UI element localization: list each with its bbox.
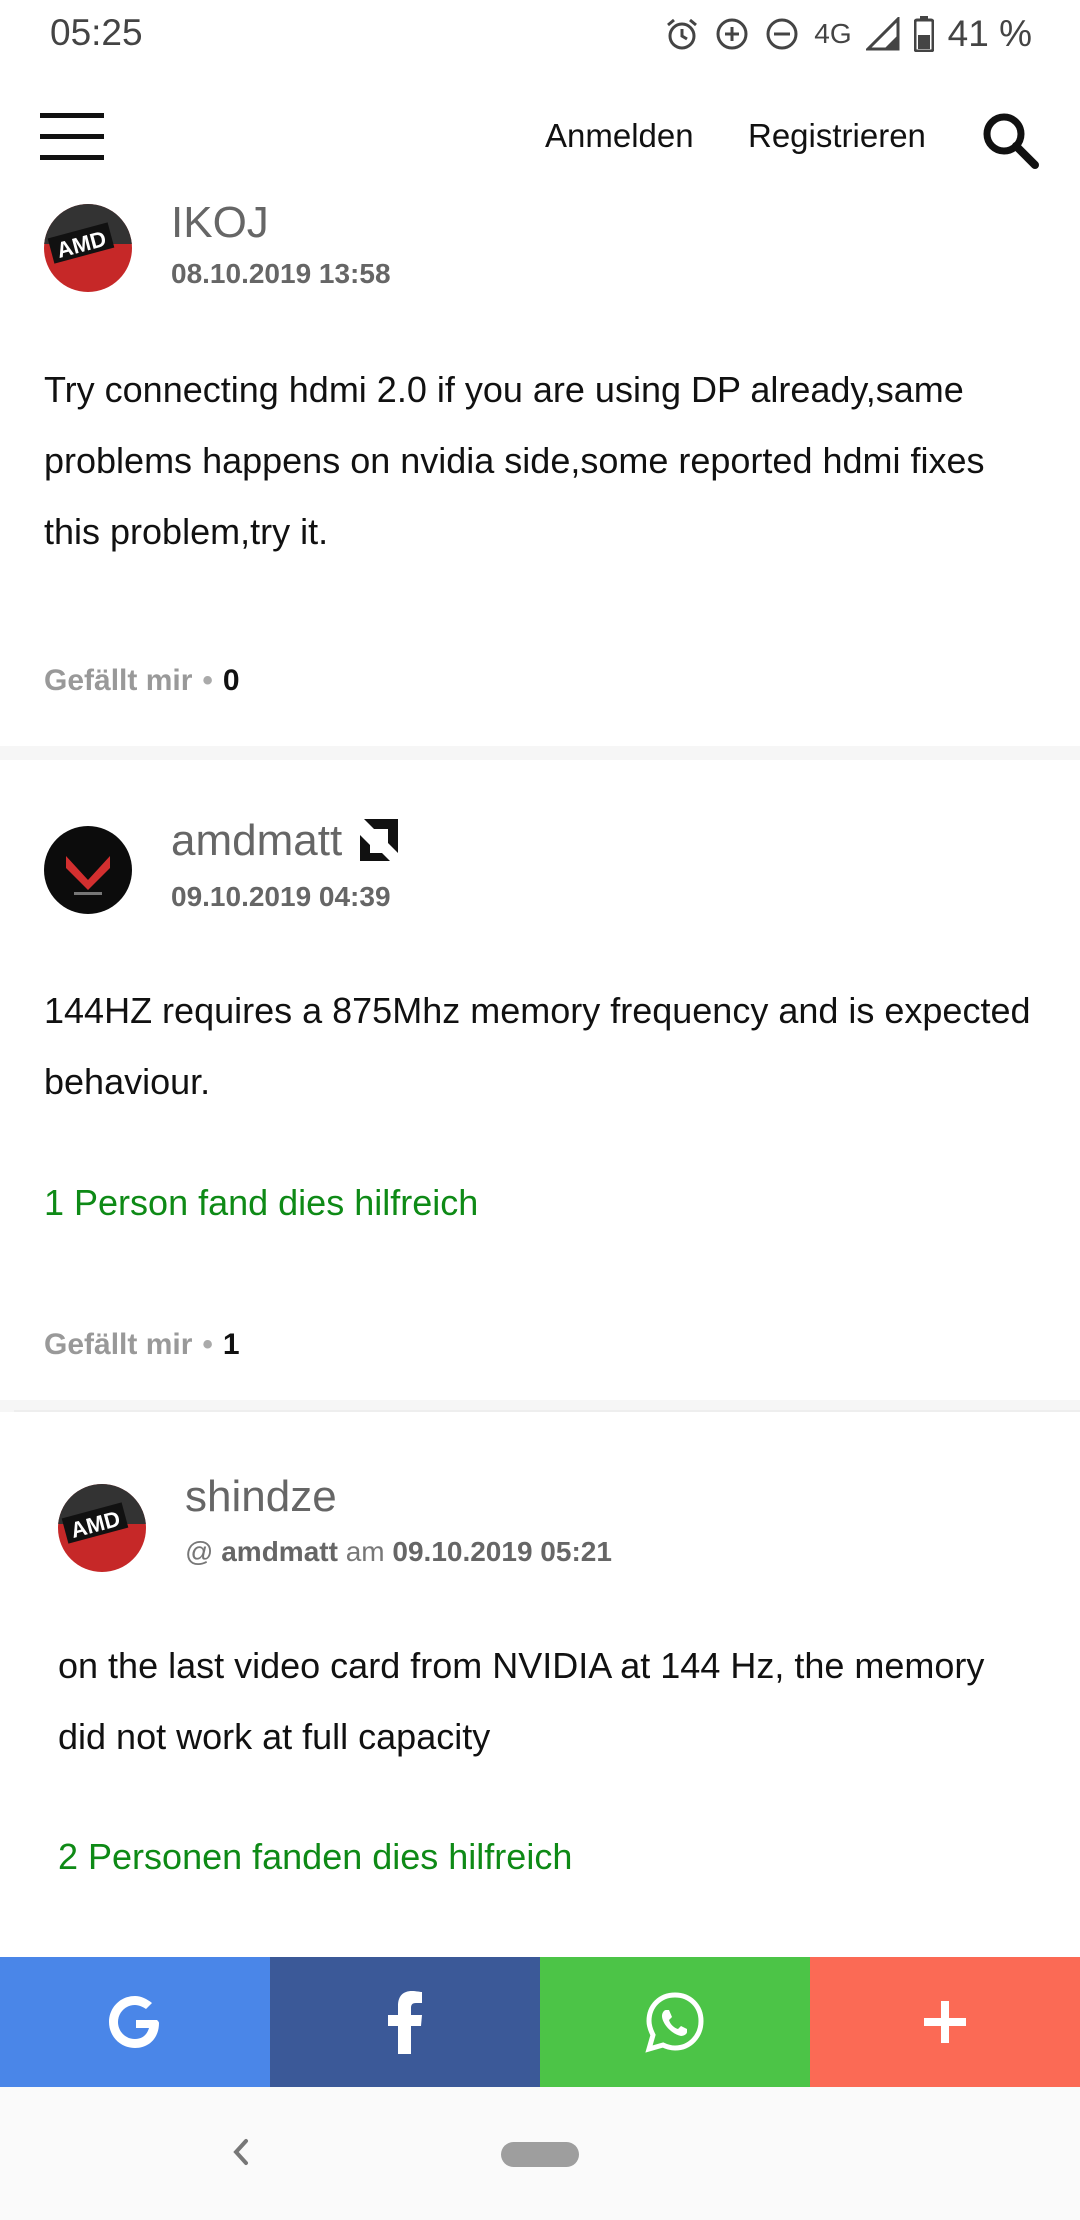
- post-divider: [0, 746, 1080, 760]
- login-link[interactable]: Anmelden: [545, 117, 694, 155]
- post-body: 144HZ requires a 875Mhz memory frequency…: [44, 990, 1031, 1102]
- post-date: 09.10.2019 04:39: [171, 881, 391, 912]
- like-count: 1: [222, 1328, 240, 1361]
- share-whatsapp-button[interactable]: [540, 1957, 810, 2087]
- whatsapp-icon: [645, 1992, 704, 2053]
- avatar[interactable]: [44, 826, 132, 914]
- share-bar: [0, 1957, 1080, 2087]
- battery-icon: [913, 16, 934, 52]
- reply-to-user[interactable]: amdmatt: [221, 1536, 338, 1567]
- post-date: 08.10.2019 13:58: [171, 258, 391, 289]
- network-label: 4G: [814, 18, 852, 49]
- like-row: Gefällt mir • 0: [44, 664, 240, 697]
- helpful-count: 1 Person fand dies hilfreich: [44, 1182, 479, 1223]
- google-icon: [109, 1996, 159, 2048]
- reply-meta: @ amdmatt am 09.10.2019 05:21: [185, 1536, 612, 1567]
- like-count: 0: [222, 664, 240, 697]
- reply-card: AMD shindze @ amdmatt am 09.10.2019 05:2…: [14, 1410, 1080, 1962]
- alarm-icon: [667, 18, 698, 50]
- status-icons: 4G 41 %: [664, 12, 1032, 56]
- plus-icon: [924, 2001, 966, 2043]
- like-button[interactable]: Gefällt mir: [44, 1328, 192, 1361]
- radeon-logo-icon: [44, 826, 132, 914]
- amd-logo-icon: AMD: [58, 1484, 146, 1572]
- author-name[interactable]: IKOJ: [171, 198, 269, 248]
- avatar[interactable]: AMD: [58, 1484, 146, 1572]
- menu-icon[interactable]: [40, 113, 104, 161]
- register-link[interactable]: Registrieren: [748, 117, 926, 155]
- app-header: Anmelden Registrieren: [0, 70, 1080, 200]
- battery-percent: 41 %: [947, 13, 1032, 54]
- status-time: 05:25: [50, 12, 143, 53]
- status-bar: 05:25 4G 41 %: [0, 0, 1080, 70]
- search-icon[interactable]: [980, 110, 1040, 170]
- share-google-button[interactable]: [0, 1957, 270, 2087]
- post-body: Try connecting hdmi 2.0 if you are using…: [44, 369, 985, 552]
- signal-icon: [865, 17, 900, 51]
- author-name[interactable]: shindze: [185, 1472, 337, 1522]
- amd-logo-icon: AMD: [44, 204, 132, 292]
- like-row: Gefällt mir • 1: [44, 1328, 240, 1361]
- amd-staff-badge-icon: [356, 815, 403, 863]
- helpful-count: 2 Personen fanden dies hilfreich: [58, 1836, 573, 1877]
- facebook-icon: [388, 1991, 422, 2054]
- share-facebook-button[interactable]: [270, 1957, 540, 2087]
- back-icon[interactable]: [220, 2127, 260, 2177]
- post-date: 09.10.2019 05:21: [392, 1536, 612, 1567]
- data-saver-icon: [716, 18, 748, 50]
- author-name[interactable]: amdmatt: [171, 815, 403, 866]
- home-pill[interactable]: [501, 2142, 579, 2167]
- post-body: on the last video card from NVIDIA at 14…: [58, 1645, 985, 1757]
- avatar[interactable]: AMD: [44, 204, 132, 292]
- share-more-button[interactable]: [810, 1957, 1080, 2087]
- like-button[interactable]: Gefällt mir: [44, 664, 192, 697]
- do-not-disturb-icon: [766, 18, 798, 50]
